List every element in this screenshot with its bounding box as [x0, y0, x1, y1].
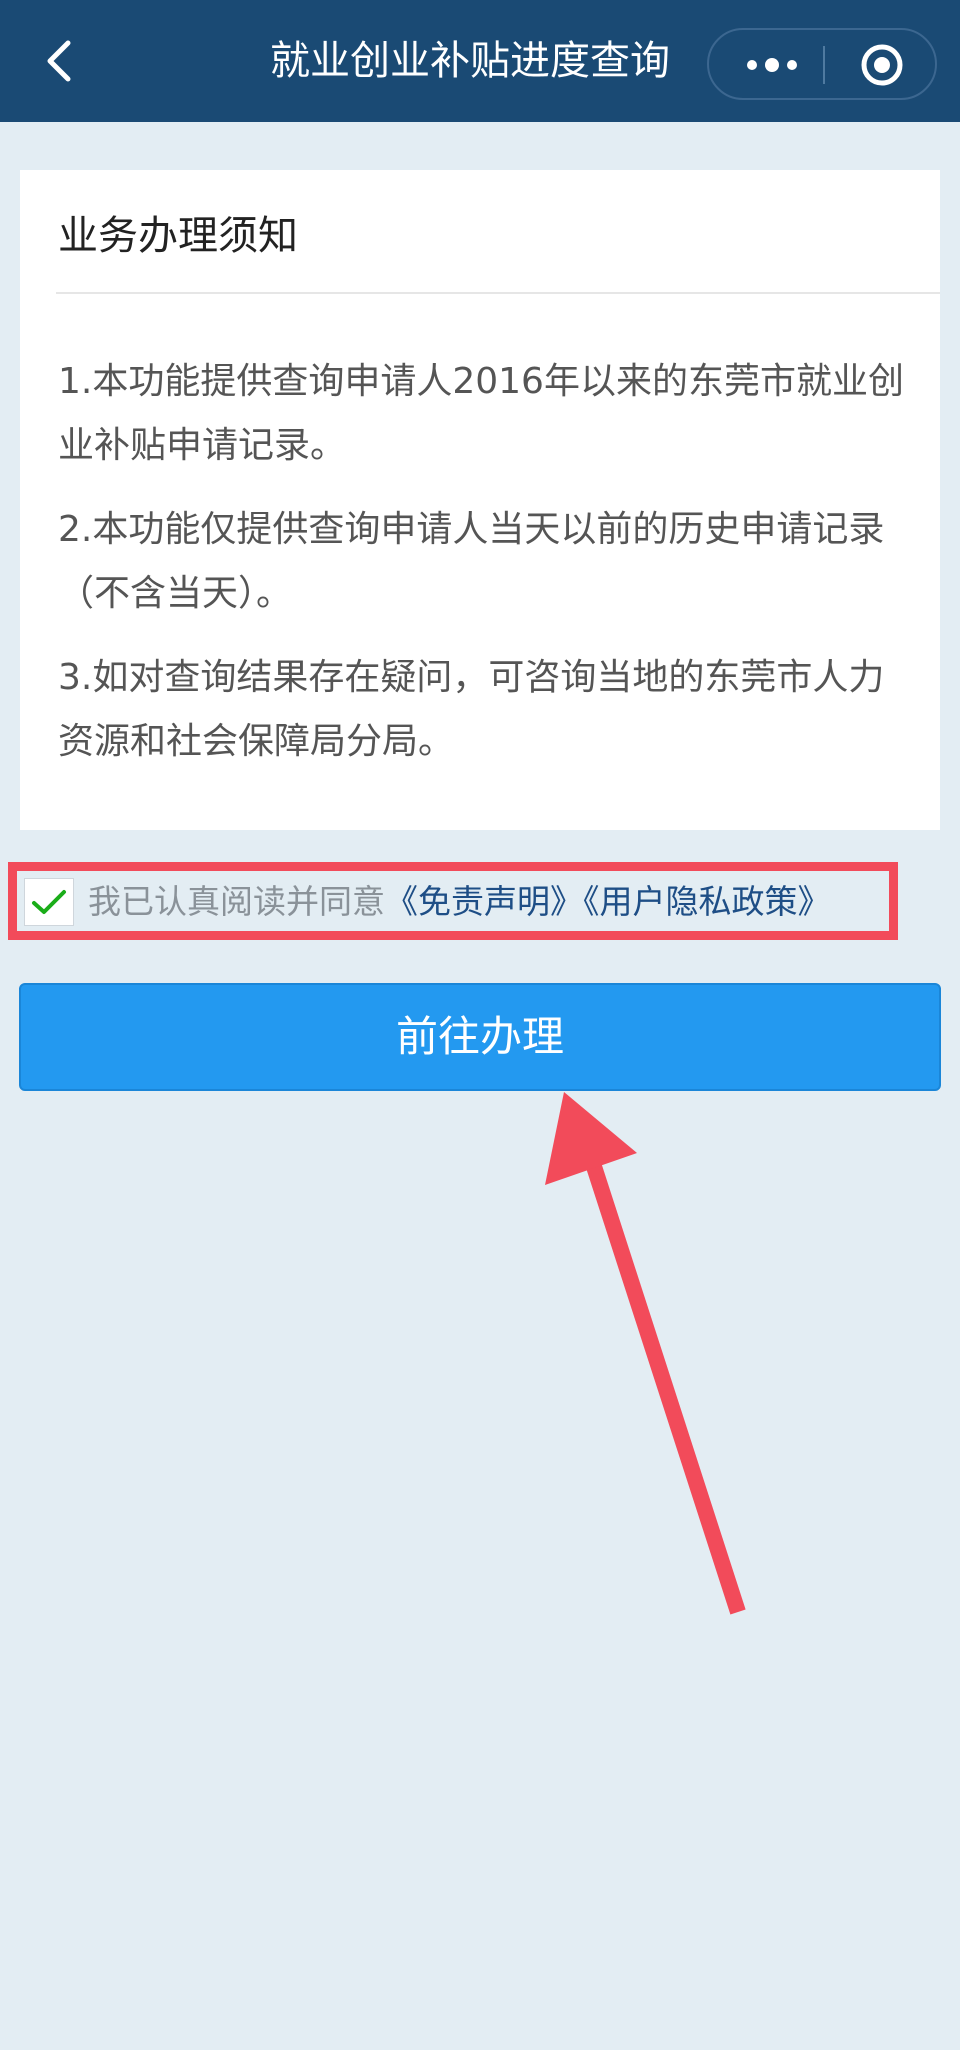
notice-divider [56, 292, 940, 294]
proceed-button[interactable]: 前往办理 [19, 983, 941, 1091]
notice-item: 1.本功能提供查询申请人2016年以来的东莞市就业创业补贴申请记录。 [58, 361, 904, 466]
disclaimer-link[interactable]: 《免责声明》 [385, 882, 583, 921]
capsule-divider [823, 46, 825, 84]
mini-program-capsule [707, 28, 937, 100]
more-button[interactable] [729, 38, 815, 92]
notice-item: 2.本功能仅提供查询申请人当天以前的历史申请记录（不含当天）。 [58, 509, 885, 614]
agreement-prefix: 我已认真阅读并同意 [88, 882, 385, 921]
notice-card: 业务办理须知 1.本功能提供查询申请人2016年以来的东莞市就业创业补贴申请记录… [20, 170, 940, 830]
close-miniprogram-button[interactable] [839, 38, 925, 92]
page: 就业创业补贴进度查询 业务办理须知 1.本功能提供查询申请人2016年以来的东莞… [0, 0, 960, 2050]
check-icon [32, 890, 66, 914]
target-circle-icon [861, 44, 903, 86]
privacy-policy-link[interactable]: 《用户隐私政策》 [583, 882, 831, 921]
chevron-left-icon [47, 40, 71, 82]
agreement-text: 我已认真阅读并同意《免责声明》《用户隐私政策》 [88, 876, 831, 928]
back-button[interactable] [30, 26, 90, 96]
header-bar: 就业创业补贴进度查询 [0, 0, 960, 122]
agreement-checkbox[interactable] [24, 878, 74, 926]
more-dots-icon [747, 58, 797, 72]
notice-item: 3.如对查询结果存在疑问，可咨询当地的东莞市人力资源和社会保障局分局。 [58, 657, 885, 762]
notice-title: 业务办理须知 [58, 213, 298, 259]
page-title: 就业创业补贴进度查询 [270, 38, 670, 84]
